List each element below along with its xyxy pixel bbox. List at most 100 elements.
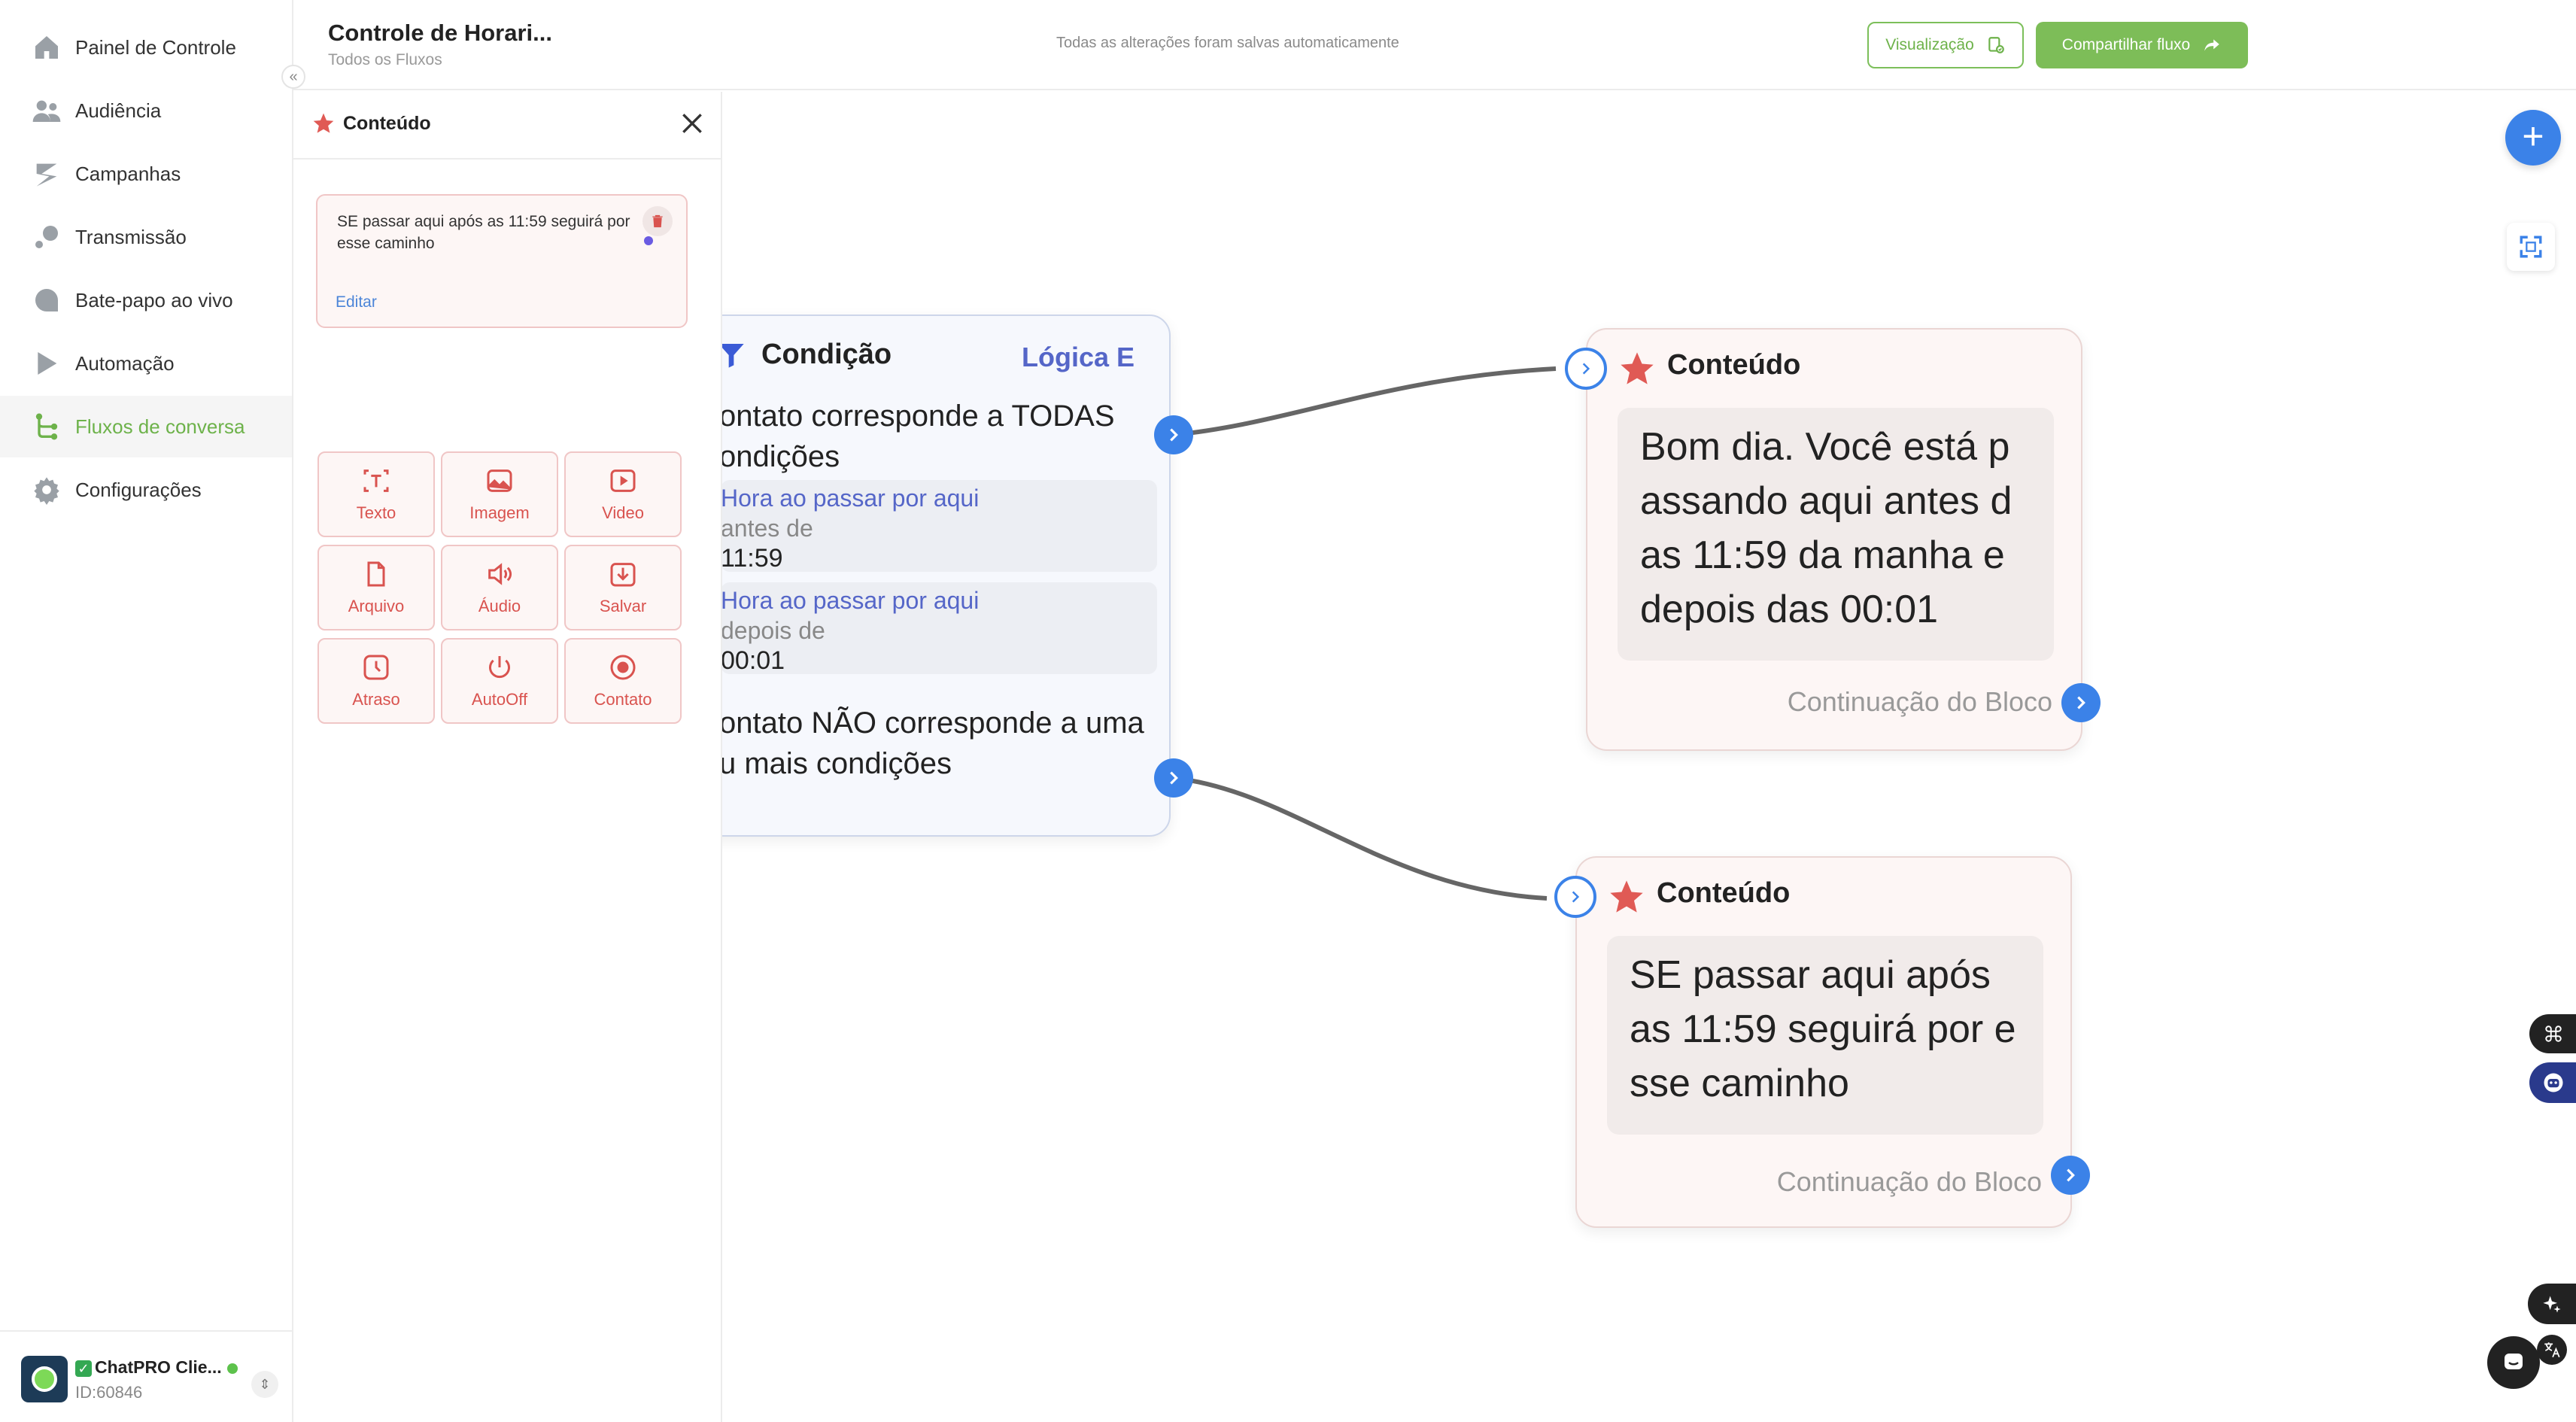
sidebar-item-bate-papo[interactable]: Bate-papo ao vivo [0,269,292,331]
sidebar-item-automacao[interactable]: Automação [0,333,292,394]
tool-contact[interactable]: Contato [564,638,682,724]
connection-dot[interactable] [644,236,653,245]
collapse-sidebar-button[interactable]: « [281,65,305,89]
translate-glyph-icon [2544,1342,2560,1358]
tool-label: Atraso [352,690,400,709]
verified-icon: ✓ [75,1360,92,1377]
continue-block-label: Continuação do Bloco [1787,686,2052,717]
sidebar-item-painel[interactable]: Painel de Controle [0,17,292,78]
tool-text[interactable]: Texto [317,451,435,537]
sidebar-item-label: Automação [75,351,175,375]
close-icon[interactable] [677,108,707,138]
content-top-input-port[interactable] [1565,348,1607,390]
condition-true-output-port[interactable] [1154,415,1193,454]
preview-button[interactable]: Visualização [1867,22,2024,68]
online-status-dot [227,1363,238,1374]
breadcrumb[interactable]: Todos os Fluxos [328,51,442,69]
sidebar-item-label: Configurações [75,478,202,501]
rule-operator: antes de [722,515,813,542]
edit-link[interactable]: Editar [336,293,377,311]
content-node-title: Conteúdo [1657,877,1791,909]
add-node-button[interactable]: + [2505,110,2561,166]
share-icon [2204,39,2219,51]
trash-icon [652,214,663,228]
content-node-bottom[interactable]: Conteúdo SE passar aqui após as 11:59 se… [1575,856,2072,1228]
delete-button[interactable] [642,206,673,236]
content-node-top[interactable]: Conteúdo Bom dia. Você está passando aqu… [1586,328,2082,751]
text-icon [363,469,389,492]
continue-block-label: Continuação do Bloco [1776,1166,2042,1197]
shortcuts-widget[interactable] [2529,1014,2576,1053]
tool-label: Contato [594,690,652,709]
users-icon [30,94,63,127]
account-switch-chevron-icon[interactable]: ⇕ [251,1371,278,1398]
wire-to-content-bottom[interactable] [1173,776,1548,901]
sidebar-item-fluxos[interactable]: Fluxos de conversa [0,396,292,457]
flow-icon [30,410,63,443]
condition-false-output-port[interactable] [1154,758,1193,798]
ai-sparkle-widget[interactable] [2528,1284,2576,1324]
logic-type[interactable]: Lógica E [1022,342,1135,373]
star-icon [313,113,334,133]
chevron-right-icon [2067,1168,2075,1182]
tool-label: AutoOff [471,690,528,709]
tool-autooff[interactable]: AutoOff [441,638,558,724]
translate-icon[interactable] [2537,1335,2567,1365]
chevron-right-icon [1572,891,1580,903]
account-name: ChatPRO Clie... [95,1357,222,1377]
share-flow-button[interactable]: Compartilhar fluxo [2036,22,2248,68]
condition-rule[interactable]: Hora ao passar por aqui depois de 00:01 [722,582,1157,675]
preview-button-label: Visualização [1885,36,1974,53]
sidebar-item-configuracoes[interactable]: Configurações [0,459,292,521]
broadcast-icon [30,220,63,254]
account-id: ID:60846 [75,1383,143,1402]
sidebar-item-transmissao[interactable]: Transmissão [0,206,292,268]
assistant-widget[interactable] [2529,1062,2576,1103]
share-button-label: Compartilhar fluxo [2061,36,2191,53]
gear-icon [30,473,63,506]
flow-canvas[interactable]: Condição Lógica E ontato corresponde a T… [722,92,2576,1422]
support-chat-button[interactable] [2487,1336,2540,1389]
tool-file[interactable]: Arquivo [317,545,435,630]
panel-title: Conteúdo [343,113,431,134]
tool-save[interactable]: Salvar [564,545,682,630]
contact-icon [610,655,636,680]
avatar [21,1356,68,1402]
tool-video[interactable]: Video [564,451,682,537]
tool-delay[interactable]: Atraso [317,638,435,724]
command-icon [2545,1025,2562,1042]
autosave-status: Todas as alterações foram salvas automat… [1056,35,1399,51]
sidebar-item-label: Bate-papo ao vivo [75,288,233,311]
rule-value: 11:59 [722,544,783,573]
clock-icon [363,655,389,680]
sidebar-item-audiencia[interactable]: Audiência [0,80,292,141]
sidebar-item-campanhas[interactable]: Campanhas [0,143,292,205]
rule-name: Hora ao passar por aqui [722,485,980,512]
content-bottom-output-port[interactable] [2051,1156,2090,1195]
star-icon [1621,352,1654,384]
chat-bubble-icon [2505,1354,2523,1369]
chat-icon [30,284,63,317]
tool-audio[interactable]: Áudio [441,545,558,630]
condition-node[interactable]: Condição Lógica E ontato corresponde a T… [722,314,1171,837]
save-icon [610,563,636,587]
chevron-right-icon [1582,363,1590,375]
account-switcher[interactable]: ✓ ChatPRO Clie... ID:60846 ⇕ [0,1330,292,1422]
condition-title: Condição [761,339,892,370]
content-node-title: Conteúdo [1667,349,1801,381]
condition-rule[interactable]: Hora ao passar por aqui antes de 11:59 [722,480,1157,573]
bot-icon [2544,1073,2563,1092]
content-node-message: Bom dia. Você está passando aqui antes d… [1618,408,2054,661]
wire-to-content-top[interactable] [1173,366,1557,437]
message-card[interactable]: SE passar aqui após as 11:59 seguirá por… [316,194,688,328]
fullscreen-button[interactable] [2507,223,2555,271]
tool-label: Texto [356,503,396,522]
rule-value: 00:01 [722,646,785,675]
content-top-output-port[interactable] [2061,683,2101,722]
file-icon [367,561,385,587]
content-bottom-input-port[interactable] [1554,876,1596,918]
sidebar-item-label: Campanhas [75,162,181,185]
tool-image[interactable]: Imagem [441,451,558,537]
home-icon [30,31,63,64]
expand-icon [2520,235,2542,258]
